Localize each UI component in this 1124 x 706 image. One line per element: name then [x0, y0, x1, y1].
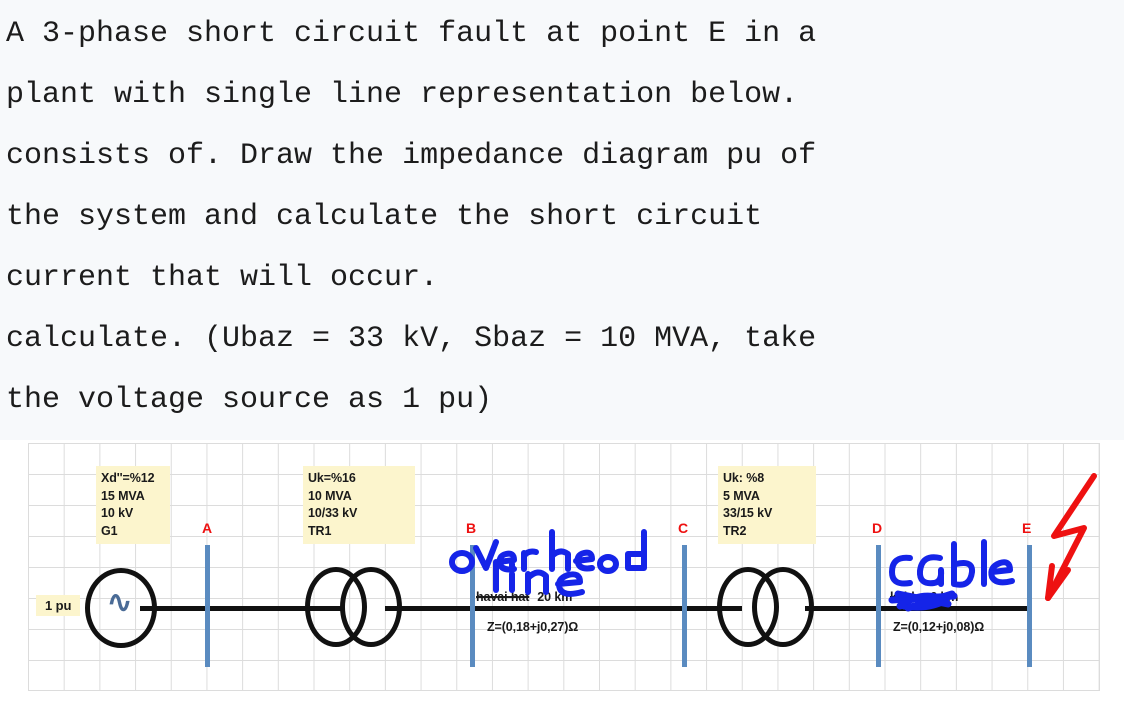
question-text-block: A 3-phase short circuit fault at point E… — [0, 0, 1124, 440]
question-line: calculate. (Ubaz = 33 kV, Sbaz = 10 MVA,… — [6, 322, 817, 356]
busbar-label-d: D — [872, 520, 883, 536]
handwriting-line-word — [488, 558, 598, 606]
tr2-secondary-winding — [752, 567, 814, 647]
busbar-label-a: A — [202, 520, 213, 536]
question-line: A 3-phase short circuit fault at point E… — [6, 17, 817, 51]
note-generator-g1: Xd''=%12 15 MVA 10 kV G1 — [96, 466, 170, 544]
single-line-diagram: ∿ 1 pu A B C D E Xd''=%12 15 MVA 10 kV G… — [0, 440, 1124, 706]
tr1-secondary-winding — [340, 567, 402, 647]
busbar-d — [876, 545, 881, 667]
wire-b-to-c — [470, 606, 685, 611]
source-voltage-label: 1 pu — [36, 595, 81, 616]
note-transformer-tr2: Uk: %8 5 MVA 33/15 kV TR2 — [718, 466, 816, 544]
handwriting-cable-scribble — [888, 588, 960, 612]
busbar-a — [205, 545, 210, 667]
question-line: plant with single line representation be… — [6, 78, 799, 112]
note-transformer-tr1: Uk=%16 10 MVA 10/33 kV TR1 — [303, 466, 415, 544]
question-line: the system and calculate the short circu… — [6, 200, 763, 234]
overhead-line-impedance: Z=(0,18+j0,27)Ω — [487, 620, 579, 634]
fault-lightning-bolt-icon — [1038, 470, 1114, 615]
busbar-c — [682, 545, 687, 667]
question-line: consists of. Draw the impedance diagram … — [6, 139, 817, 173]
question-line: the voltage source as 1 pu) — [6, 383, 493, 417]
screenshot-root: A 3-phase short circuit fault at point E… — [0, 0, 1124, 706]
generator-ac-sine-icon: ∿ — [107, 586, 133, 619]
busbar-label-e: E — [1022, 520, 1032, 536]
cable-impedance: Z=(0,12+j0,08)Ω — [893, 620, 985, 634]
question-line: current that will occur. — [6, 261, 439, 295]
busbar-e — [1027, 545, 1032, 667]
wire-tr2-to-d — [805, 606, 880, 611]
busbar-label-c: C — [678, 520, 689, 536]
